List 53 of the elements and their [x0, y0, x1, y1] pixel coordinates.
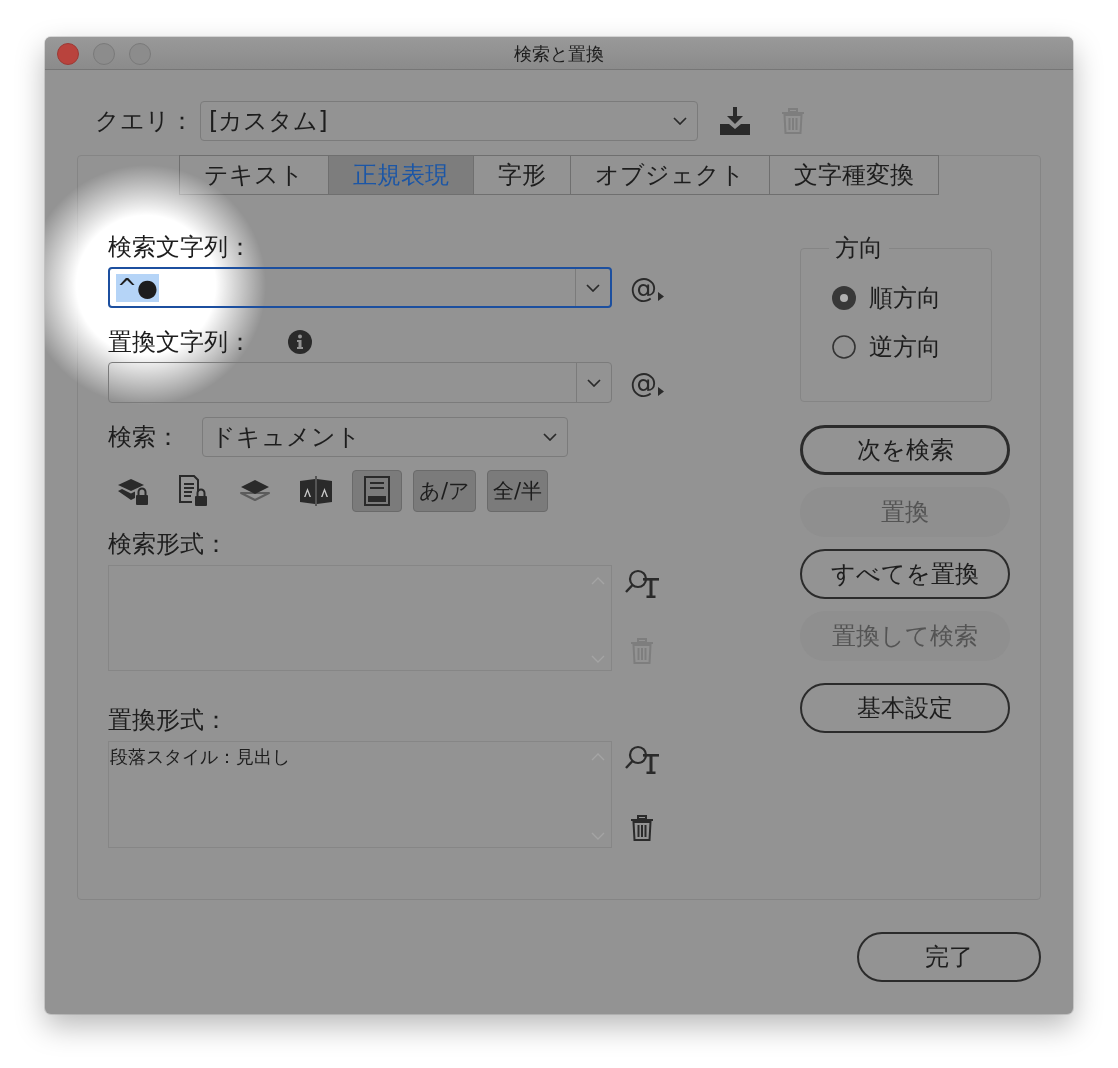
special-characters-button[interactable]: @: [630, 272, 664, 303]
chevron-down-icon: [587, 378, 601, 387]
radio-button[interactable]: [832, 335, 856, 359]
action-button[interactable]: 基本設定: [800, 683, 1010, 733]
caret-icon: [658, 291, 664, 301]
find-format-label: 検索形式：: [108, 530, 228, 558]
format-description: 段落スタイル：見出し: [110, 745, 290, 769]
download-tray-icon: [720, 107, 750, 135]
magnifier-type-icon: [625, 569, 659, 599]
change-to-label: 置換文字列：: [108, 328, 252, 356]
footnotes-toggle[interactable]: [352, 470, 402, 512]
text-selection: ^●: [116, 273, 160, 302]
specify-format-button[interactable]: [625, 745, 659, 775]
kana-toggle[interactable]: あ/ア: [413, 470, 477, 512]
action-button[interactable]: すべてを置換: [800, 549, 1010, 599]
tab[interactable]: テキスト: [178, 155, 329, 195]
query-dropdown[interactable]: [カスタム]: [200, 101, 698, 141]
chevron-down-icon: [673, 117, 687, 125]
change-to-field[interactable]: [108, 362, 612, 403]
search-scope-dropdown[interactable]: ドキュメント: [202, 417, 568, 457]
radio-label[interactable]: 逆方向: [869, 333, 941, 361]
action-button[interactable]: 次を検索: [800, 425, 1010, 475]
layers-icon: [239, 478, 271, 504]
layers-lock-icon: [117, 476, 149, 506]
chevron-down-icon: [543, 433, 557, 441]
change-format-label: 置換形式：: [108, 706, 228, 734]
width-toggle[interactable]: 全/半: [487, 470, 549, 512]
close-button[interactable]: [57, 42, 79, 65]
window-title: 検索と置換: [514, 42, 604, 66]
specify-format-button[interactable]: [625, 569, 659, 599]
special-characters-button[interactable]: @: [630, 367, 664, 398]
info-icon: [288, 330, 312, 354]
find-what-label: 検索文字列：: [108, 233, 252, 261]
radio-label[interactable]: 順方向: [869, 284, 941, 312]
open-book-icon: [299, 476, 333, 506]
query-label: クエリ：: [95, 107, 194, 135]
magnifier-type-icon: [625, 745, 659, 775]
find-what-field[interactable]: ^●: [108, 267, 612, 308]
save-query-button[interactable]: [720, 107, 750, 135]
tab[interactable]: 文字種変換: [768, 155, 939, 195]
tab[interactable]: 字形: [472, 155, 571, 195]
trash-icon: [631, 815, 653, 841]
caret-icon: [658, 386, 664, 396]
clear-format-button[interactable]: [631, 815, 653, 841]
chevron-down-icon: [586, 283, 600, 292]
change-format-box[interactable]: 段落スタイル：見出し: [108, 741, 612, 848]
document-lock-icon: [179, 475, 209, 507]
tab[interactable]: オブジェクト: [569, 155, 770, 195]
document-lines-icon: [364, 476, 390, 506]
search-scope-label: 検索：: [108, 423, 180, 451]
group-title: 方向: [834, 234, 884, 262]
done-button[interactable]: 完了: [857, 932, 1041, 982]
radio-button[interactable]: [832, 286, 856, 310]
